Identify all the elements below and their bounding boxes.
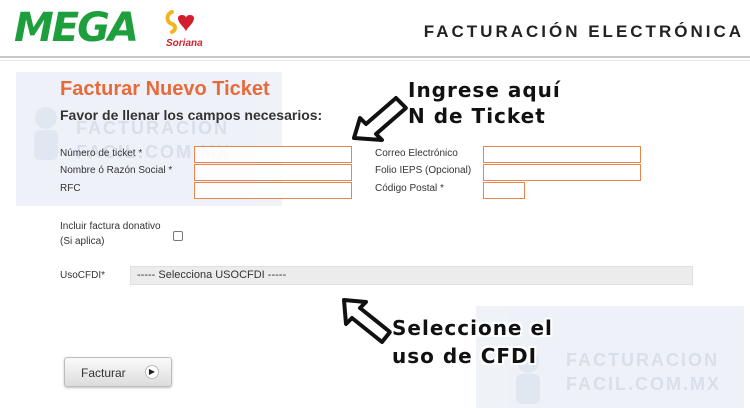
annotation-ticket-line2: N de Ticket bbox=[408, 104, 546, 128]
watermark-text-line2: FACIL.COM.MX bbox=[566, 374, 721, 394]
usocfdi-label: UsoCFDI* bbox=[60, 270, 106, 281]
nombre-input[interactable] bbox=[194, 164, 352, 181]
annotation-cfdi-line1: Seleccione el bbox=[392, 316, 553, 340]
ticket-input[interactable] bbox=[194, 146, 352, 163]
rfc-input[interactable] bbox=[194, 182, 352, 199]
soriana-logo-icon bbox=[165, 10, 194, 34]
header-divider bbox=[0, 56, 750, 58]
header-divider-secondary bbox=[0, 60, 750, 61]
nombre-label: Nombre ó Razón Social * bbox=[60, 165, 173, 176]
correo-input[interactable] bbox=[483, 146, 641, 163]
folio-label: Folio IEPS (Opcional) bbox=[375, 165, 472, 176]
play-icon: ▶ bbox=[145, 365, 159, 379]
facturar-button-label: Facturar bbox=[81, 366, 126, 380]
arrow-to-ticket-icon bbox=[352, 96, 408, 142]
form-subtitle: Favor de llenar los campos necesarios: bbox=[60, 107, 323, 123]
ticket-label: Número de ticket * bbox=[60, 148, 143, 159]
donativo-sublabel: (Si aplica) bbox=[60, 236, 105, 247]
annotation-ticket-line1: Ingrese aquí bbox=[408, 78, 561, 102]
site-header: MEGA Soriana FACTURACIÓN ELECTRÓNICA bbox=[0, 0, 750, 62]
form-title: Facturar Nuevo Ticket bbox=[60, 78, 270, 100]
donativo-checkbox[interactable] bbox=[173, 231, 183, 241]
soriana-brand-text: Soriana bbox=[166, 38, 203, 49]
rfc-label: RFC bbox=[60, 183, 81, 194]
page-title: FACTURACIÓN ELECTRÓNICA bbox=[423, 22, 744, 41]
annotation-cfdi-line2: uso de CFDI bbox=[392, 344, 538, 368]
folio-input[interactable] bbox=[483, 164, 641, 181]
donativo-label: Incluir factura donativo bbox=[60, 221, 161, 232]
mega-logo[interactable]: MEGA bbox=[14, 6, 139, 50]
correo-label: Correo Electrónico bbox=[375, 148, 458, 159]
cp-input[interactable] bbox=[483, 182, 525, 199]
cp-label: Código Postal * bbox=[375, 183, 444, 194]
arrow-to-usocfdi-icon bbox=[342, 298, 392, 344]
watermark-text-line1: FACTURACION bbox=[566, 350, 719, 370]
usocfdi-select[interactable]: ----- Selecciona USOCFDI ----- bbox=[130, 266, 693, 285]
facturar-button[interactable]: Facturar ▶ bbox=[64, 357, 172, 387]
